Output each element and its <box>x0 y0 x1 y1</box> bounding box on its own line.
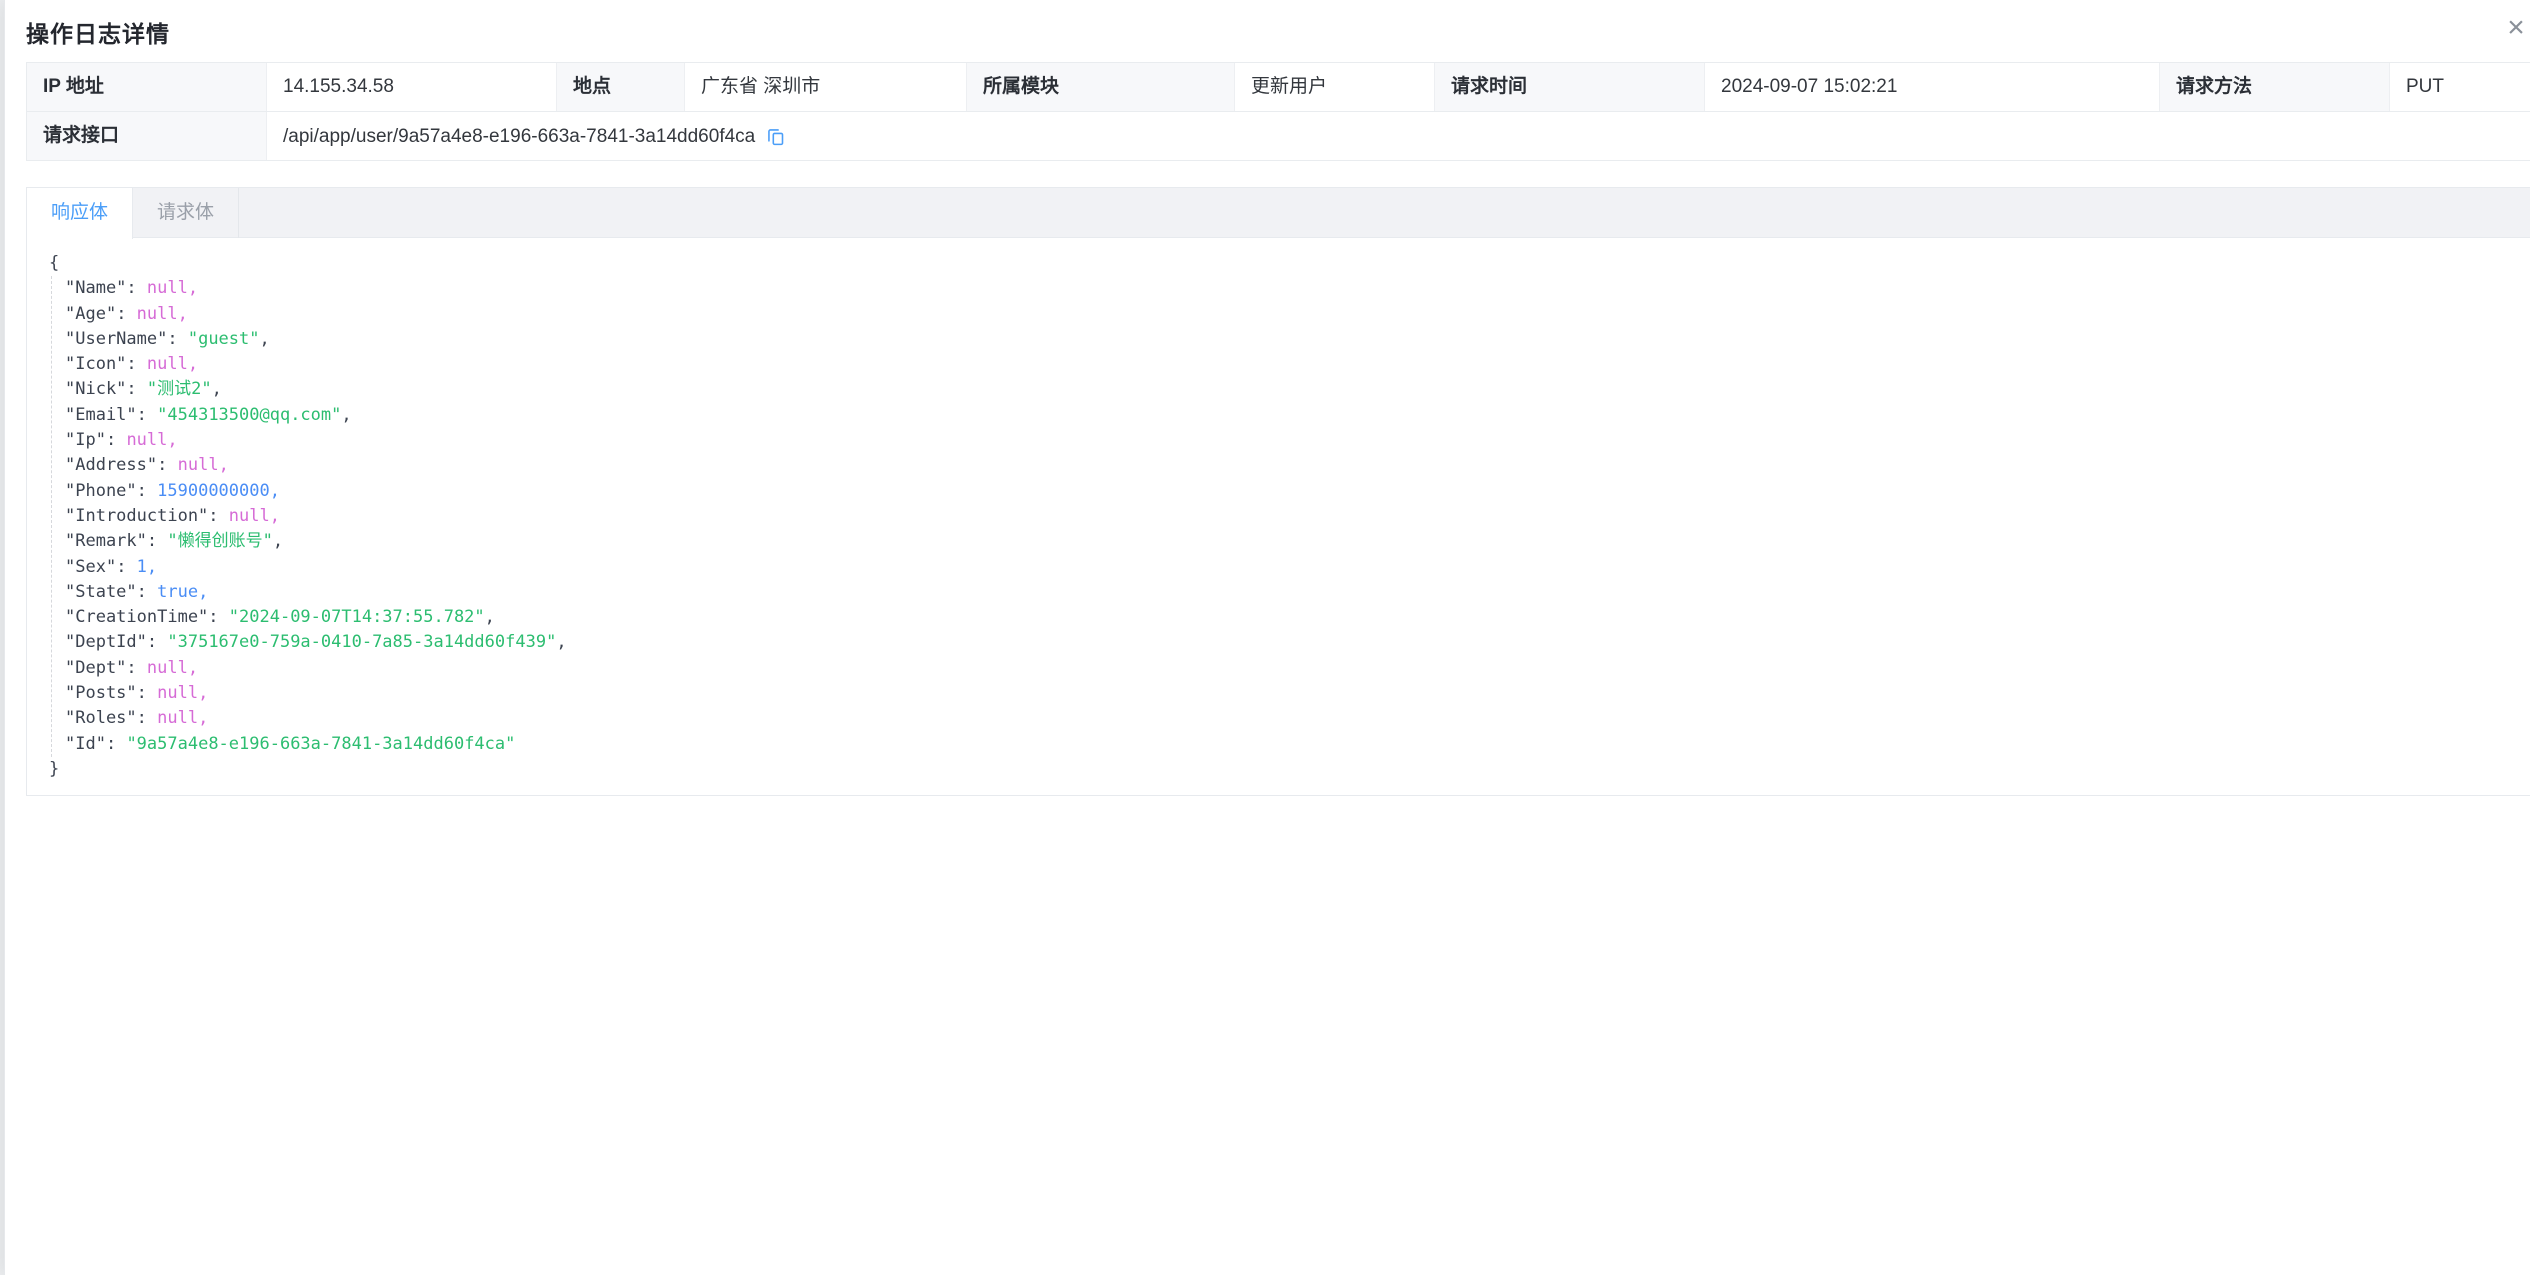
label-module: 所属模块 <box>967 63 1235 111</box>
log-detail-table: IP 地址 14.155.34.58 地点 广东省 深圳市 所属模块 更新用户 … <box>26 62 2530 161</box>
json-response-viewer: { "Name": null,"Age": null,"UserName": "… <box>27 238 2530 794</box>
value-module: 更新用户 <box>1235 63 1435 111</box>
tab-request-body[interactable]: 请求体 <box>133 188 239 238</box>
label-request-time: 请求时间 <box>1435 63 1705 111</box>
code-line: "Roles": null, <box>65 706 2510 731</box>
code-open-brace: { <box>49 251 2510 276</box>
code-line: "DeptId": "375167e0-759a-0410-7a85-3a14d… <box>65 630 2510 655</box>
code-line: "Remark": "懒得创账号", <box>65 529 2510 554</box>
value-ip-address: 14.155.34.58 <box>267 63 557 111</box>
operation-log-detail-drawer: 操作日志详情 × IP 地址 14.155.34.58 地点 广东省 深圳市 所… <box>4 0 2530 1275</box>
page-title: 操作日志详情 <box>26 21 170 47</box>
code-line: "Nick": "测试2", <box>65 377 2510 402</box>
code-line: "Email": "454313500@qq.com", <box>65 403 2510 428</box>
code-line: "Name": null, <box>65 276 2510 301</box>
value-request-method: PUT <box>2390 63 2530 111</box>
label-location: 地点 <box>557 63 685 111</box>
code-line: "Introduction": null, <box>65 504 2510 529</box>
code-line: "Id": "9a57a4e8-e196-663a-7841-3a14dd60f… <box>65 732 2510 757</box>
close-icon[interactable]: × <box>2496 8 2530 48</box>
table-row: IP 地址 14.155.34.58 地点 广东省 深圳市 所属模块 更新用户 … <box>27 63 2530 112</box>
table-row: 请求接口 /api/app/user/9a57a4e8-e196-663a-78… <box>27 112 2530 161</box>
code-line: "UserName": "guest", <box>65 327 2510 352</box>
request-api-url: /api/app/user/9a57a4e8-e196-663a-7841-3a… <box>283 113 755 160</box>
code-line: "Dept": null, <box>65 656 2510 681</box>
value-request-time: 2024-09-07 15:02:21 <box>1705 63 2160 111</box>
tab-response-body[interactable]: 响应体 <box>27 188 133 239</box>
drawer-header: 操作日志详情 × <box>5 0 2530 62</box>
code-line: "Address": null, <box>65 453 2510 478</box>
body-tabs-panel: 响应体 请求体 { "Name": null,"Age": null,"User… <box>26 187 2530 796</box>
tab-bar: 响应体 请求体 <box>27 188 2530 238</box>
code-line: "CreationTime": "2024-09-07T14:37:55.782… <box>65 605 2510 630</box>
code-line: "Icon": null, <box>65 352 2510 377</box>
code-line: "Age": null, <box>65 302 2510 327</box>
label-request-api: 请求接口 <box>27 112 267 160</box>
code-close-brace: } <box>49 757 2510 782</box>
code-line: "Ip": null, <box>65 428 2510 453</box>
value-location: 广东省 深圳市 <box>685 63 967 111</box>
value-request-api-cell: /api/app/user/9a57a4e8-e196-663a-7841-3a… <box>267 112 2530 160</box>
code-line: "Posts": null, <box>65 681 2510 706</box>
label-ip-address: IP 地址 <box>27 63 267 111</box>
code-entries: "Name": null,"Age": null,"UserName": "gu… <box>51 276 2510 757</box>
code-line: "Sex": 1, <box>65 555 2510 580</box>
code-line: "Phone": 15900000000, <box>65 479 2510 504</box>
label-request-method: 请求方法 <box>2160 63 2390 111</box>
copy-icon[interactable] <box>765 126 786 147</box>
code-line: "State": true, <box>65 580 2510 605</box>
